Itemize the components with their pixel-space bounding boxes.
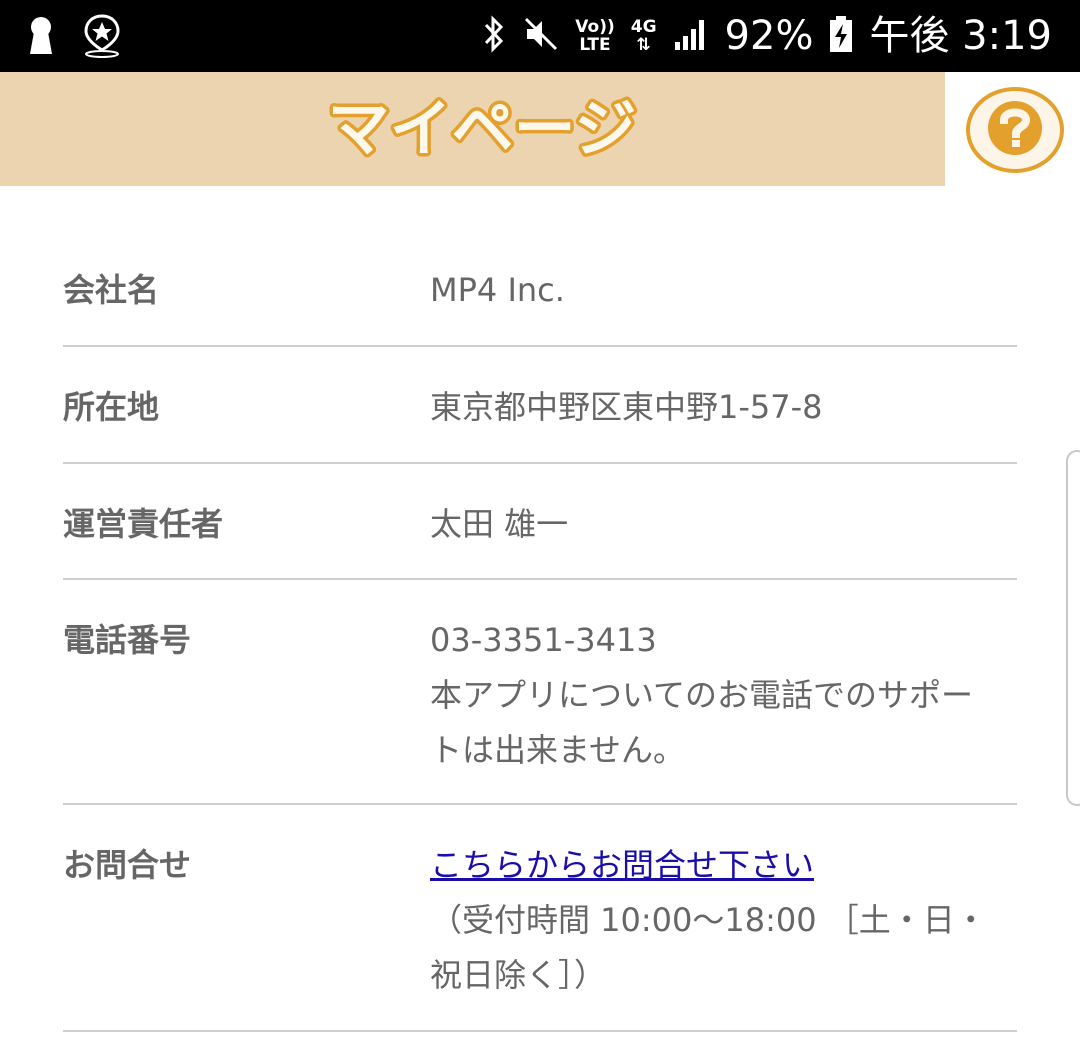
info-value: 03-3351-3413 本アプリについてのお電話でのサポー トは出来ません。	[430, 613, 1017, 778]
page-title: マイページ	[328, 92, 637, 165]
info-row-manager: 運営責任者 太田 雄一	[63, 464, 1017, 580]
info-row-phone: 電話番号 03-3351-3413 本アプリについてのお電話でのサポー トは出来…	[63, 580, 1017, 805]
info-label: 電話番号	[63, 621, 192, 659]
info-value: こちらからお問合せ下さい （受付時間 10:00〜18:00 ［土・日・ 祝日除…	[430, 846, 987, 994]
contact-link[interactable]: こちらからお問合せ下さい	[430, 846, 814, 884]
company-info-table: 会社名 MP4 Inc. 所在地 東京都中野区東中野1-57-8 運営責任者 太…	[63, 230, 1017, 1032]
help-button[interactable]	[966, 87, 1064, 173]
mute-icon	[523, 16, 559, 56]
network-type-icon: 4G ⇅	[630, 17, 657, 55]
scrollbar-handle[interactable]	[1066, 450, 1080, 806]
info-row-company: 会社名 MP4 Inc.	[63, 230, 1017, 347]
mypage-logo: マイページ	[312, 88, 652, 169]
keyhole-icon	[28, 16, 54, 60]
location-star-icon	[82, 14, 122, 62]
info-value: 東京都中野区東中野1-57-8	[430, 388, 823, 426]
info-label: 運営責任者	[63, 505, 224, 543]
bluetooth-icon	[481, 14, 507, 58]
battery-percent: 92%	[724, 13, 814, 59]
clock: 午後 3:19	[869, 13, 1052, 59]
info-value: 太田 雄一	[430, 505, 569, 543]
phone-number: 03-3351-3413	[430, 621, 657, 659]
volte-icon: Vo)) LTE	[575, 17, 615, 55]
status-bar: Vo)) LTE 4G ⇅ 92% 午後 3:19	[0, 0, 1080, 72]
info-row-address: 所在地 東京都中野区東中野1-57-8	[63, 347, 1017, 464]
info-label: 所在地	[63, 388, 160, 426]
info-value: MP4 Inc.	[430, 271, 565, 309]
info-row-contact: お問合せ こちらからお問合せ下さい （受付時間 10:00〜18:00 ［土・日…	[63, 805, 1017, 1032]
info-label: お問合せ	[63, 846, 192, 884]
battery-charging-icon	[829, 15, 853, 57]
info-label: 会社名	[63, 271, 160, 309]
question-icon	[985, 98, 1045, 162]
header-bar: マイページ	[0, 72, 945, 186]
cell-signal-icon	[673, 16, 709, 56]
